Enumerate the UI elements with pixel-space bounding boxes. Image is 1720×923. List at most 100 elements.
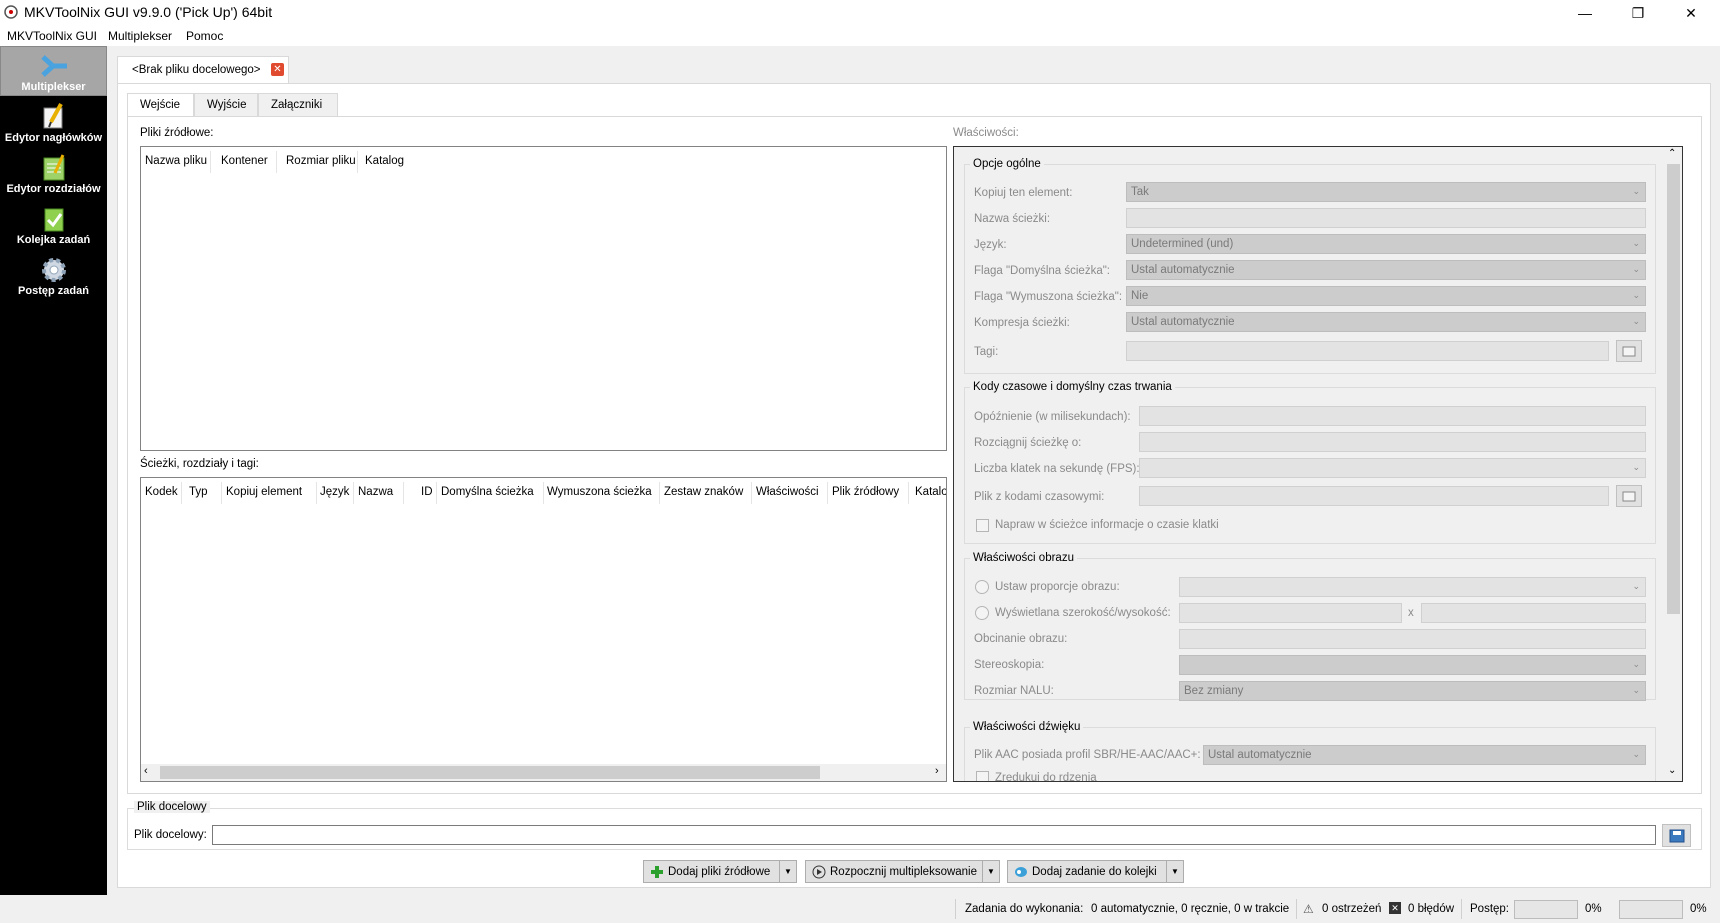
nalu-size-select[interactable]: Bez zmiany ⌄ <box>1179 681 1646 701</box>
column-divider[interactable] <box>276 151 277 173</box>
close-tab-icon[interactable]: ✕ <box>271 63 284 76</box>
fps-combo[interactable]: ⌄ <box>1139 458 1646 478</box>
chevron-down-icon[interactable]: ▼ <box>982 861 999 882</box>
reduce-to-core-checkbox[interactable] <box>976 771 989 781</box>
column-header[interactable]: Plik źródłowy <box>832 486 899 498</box>
tab-attachments[interactable]: Załączniki <box>258 93 338 116</box>
scroll-down-icon[interactable]: ⌄ <box>1668 765 1676 776</box>
menu-help[interactable]: Pomoc <box>186 29 223 43</box>
forced-track-select[interactable]: Nie ⌄ <box>1126 286 1646 306</box>
column-header[interactable]: ID <box>421 486 433 498</box>
button-label: Dodaj pliki źródłowe <box>668 865 771 878</box>
column-header[interactable]: Katalo <box>915 486 946 498</box>
column-header[interactable]: Zestaw znaków <box>664 486 743 498</box>
sidebar-item-job-progress[interactable]: Postęp zadań <box>0 251 107 301</box>
cropping-input[interactable] <box>1179 629 1646 649</box>
column-divider[interactable] <box>181 482 182 504</box>
column-header[interactable]: Domyślna ścieżka <box>441 486 534 498</box>
column-header[interactable]: Język <box>320 486 349 498</box>
column-divider[interactable] <box>908 482 909 504</box>
maximize-button[interactable]: ❐ <box>1615 0 1661 26</box>
column-header[interactable]: Typ <box>189 486 208 498</box>
display-width-input[interactable] <box>1179 603 1402 623</box>
tab-no-target-file[interactable]: <Brak pliku docelowego> ✕ <box>117 56 289 83</box>
group-title: Plik docelowy <box>134 801 210 813</box>
display-dimensions-radio[interactable] <box>975 606 989 620</box>
queue-icon <box>1015 866 1027 877</box>
sidebar-item-multiplexer[interactable]: Multiplekser <box>0 46 107 96</box>
column-header[interactable]: Kopiuj element <box>226 486 302 498</box>
start-multiplexing-button[interactable]: Rozpocznij multipleksowanie ▼ <box>805 860 1000 883</box>
scroll-left-icon[interactable]: ‹ <box>144 765 148 777</box>
chevron-down-icon: ⌄ <box>1632 186 1640 196</box>
aspect-ratio-radio[interactable] <box>975 580 989 594</box>
jobs-counts: 0 automatycznie, 0 ręcznie, 0 w trakcie <box>1091 903 1290 915</box>
display-height-input[interactable] <box>1421 603 1646 623</box>
sidebar-item-job-queue[interactable]: Kolejka zadań <box>0 200 107 250</box>
tab-output[interactable]: Wyjście <box>194 93 258 116</box>
add-source-files-button[interactable]: Dodaj pliki źródłowe ▼ <box>643 860 797 883</box>
copy-item-select[interactable]: Tak ⌄ <box>1126 182 1646 202</box>
sidebar-item-chapter-editor[interactable]: Edytor rozdziałów <box>0 149 107 199</box>
tab-input[interactable]: Wejście <box>127 93 194 117</box>
tracks-list[interactable]: Kodek Typ Kopiuj element Język Nazwa ID … <box>140 477 947 782</box>
column-header[interactable]: Rozmiar pliku <box>286 155 356 167</box>
menu-multiplexer[interactable]: Multiplekser <box>108 29 172 43</box>
target-file-input[interactable] <box>212 825 1656 845</box>
column-divider[interactable] <box>357 151 358 173</box>
progress-bar-current <box>1514 900 1578 919</box>
column-divider[interactable] <box>403 482 404 504</box>
scroll-right-icon[interactable]: › <box>935 765 939 777</box>
vertical-scrollbar[interactable]: ⌃ ⌄ <box>1665 147 1682 781</box>
scrollbar-thumb[interactable] <box>1667 164 1680 614</box>
column-divider[interactable] <box>316 482 317 504</box>
column-divider[interactable] <box>659 482 660 504</box>
timecodes-input[interactable] <box>1139 486 1609 506</box>
header-editor-icon <box>43 103 63 129</box>
stretch-input[interactable] <box>1139 432 1646 452</box>
scrollbar-thumb[interactable] <box>160 766 820 779</box>
stereoscopy-select[interactable]: ⌄ <box>1179 655 1646 675</box>
button-label: Rozpocznij multipleksowanie <box>830 865 978 878</box>
column-divider[interactable] <box>543 482 544 504</box>
menu-mkvtoolnix[interactable]: MKVToolNix GUI <box>7 29 97 43</box>
column-header[interactable]: Nazwa <box>358 486 393 498</box>
column-header[interactable]: Nazwa pliku <box>145 155 207 167</box>
sidebar-item-header-editor[interactable]: Edytor nagłówków <box>0 98 107 148</box>
window-title: MKVToolNix GUI v9.9.0 ('Pick Up') 64bit <box>24 4 273 20</box>
minimize-button[interactable]: — <box>1562 0 1608 26</box>
close-window-button[interactable]: ✕ <box>1668 0 1714 26</box>
column-header[interactable]: Katalog <box>365 155 404 167</box>
browse-timecodes-button[interactable] <box>1616 485 1642 507</box>
fix-timing-checkbox[interactable] <box>976 519 989 532</box>
aspect-ratio-combo[interactable]: ⌄ <box>1179 577 1646 597</box>
horizontal-scrollbar[interactable]: ‹ › <box>141 764 946 781</box>
aac-profile-select[interactable]: Ustal automatycznie ⌄ <box>1203 745 1646 765</box>
save-icon <box>1669 829 1684 842</box>
column-divider[interactable] <box>751 482 752 504</box>
column-header[interactable]: Kodek <box>145 486 178 498</box>
source-files-list[interactable]: Nazwa pliku Kontener Rozmiar pliku Katal… <box>140 146 947 451</box>
column-header[interactable]: Kontener <box>221 155 268 167</box>
column-divider[interactable] <box>221 482 222 504</box>
compression-select[interactable]: Ustal automatycznie ⌄ <box>1126 312 1646 332</box>
column-header[interactable]: Wymuszona ścieżka <box>547 486 652 498</box>
tags-input[interactable] <box>1126 341 1609 361</box>
browse-target-button[interactable] <box>1662 824 1691 847</box>
track-name-input[interactable] <box>1126 208 1646 228</box>
chevron-down-icon[interactable]: ▼ <box>1166 861 1183 882</box>
chevron-down-icon[interactable]: ▼ <box>779 861 796 882</box>
column-divider[interactable] <box>827 482 828 504</box>
language-select[interactable]: Undetermined (und) ⌄ <box>1126 234 1646 254</box>
column-header[interactable]: Właściwości <box>756 486 819 498</box>
column-divider[interactable] <box>353 482 354 504</box>
column-divider[interactable] <box>436 482 437 504</box>
chevron-down-icon: ⌄ <box>1632 238 1640 248</box>
scroll-up-icon[interactable]: ⌃ <box>1668 148 1676 159</box>
delay-input[interactable] <box>1139 406 1646 426</box>
gear-icon <box>41 258 66 282</box>
add-to-queue-button[interactable]: Dodaj zadanie do kolejki ▼ <box>1007 860 1184 883</box>
default-track-select[interactable]: Ustal automatycznie ⌄ <box>1126 260 1646 280</box>
browse-tags-button[interactable] <box>1616 340 1642 362</box>
column-divider[interactable] <box>210 151 211 173</box>
